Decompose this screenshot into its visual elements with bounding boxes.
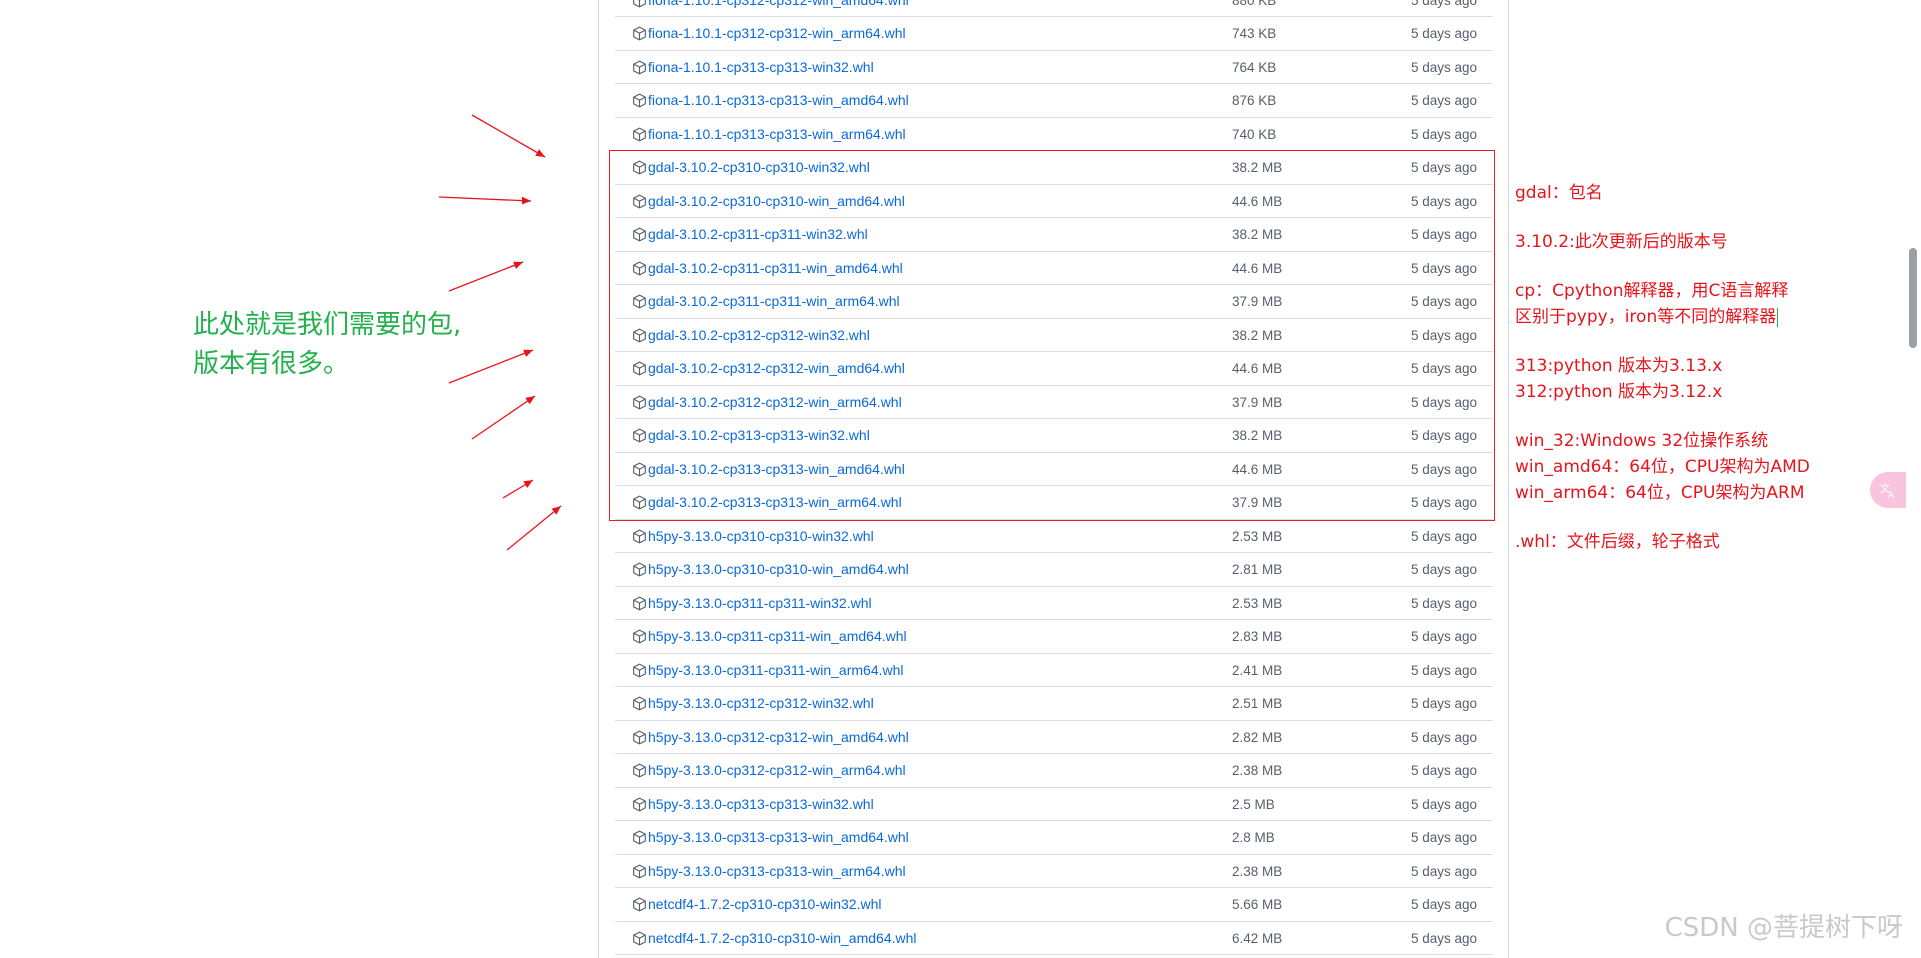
note-package-name: gdal：包名 [1515,183,1603,203]
vertical-scrollbar[interactable] [1906,0,1921,958]
left-annotation-note: 此处就是我们需要的包, 版本有很多。 [193,306,523,384]
note-win-arm64: win_arm64：64位，CPU架构为ARM [1515,483,1805,503]
arrow-1 [471,114,546,158]
left-note-line-1: 此处就是我们需要的包, [193,310,462,340]
arrow-2 [438,196,532,205]
svg-text:A: A [1888,491,1895,499]
note-py312: 312:python 版本为3.12.x [1515,382,1723,402]
translate-icon: 文 A [1880,482,1895,499]
scrollbar-thumb[interactable] [1909,248,1917,348]
note-version: 3.10.2:此次更新后的版本号 [1515,232,1728,252]
arrow-5 [471,395,536,440]
translate-button[interactable]: 文 A [1870,472,1906,508]
note-win32: win_32:Windows 32位操作系统 [1515,431,1769,451]
arrow-6 [502,479,534,499]
note-win-amd64: win_amd64：64位，CPU架构为AMD [1515,457,1810,477]
watermark: CSDN @菩提树下呀 [1664,913,1903,943]
note-whl-suffix: .whl：文件后缀，轮子格式 [1515,532,1720,552]
note-py313: 313:python 版本为3.13.x [1515,356,1723,376]
note-cpython: cp：Cpython解释器，用C语言解释 [1515,281,1789,301]
note-interpreters: 区别于pypy，iron等不同的解释器 [1515,302,1779,327]
arrow-3 [448,261,524,292]
arrow-7 [506,505,562,551]
note-interpreters-text: 区别于pypy，iron等不同的解释器 [1515,307,1777,327]
left-note-line-2: 版本有很多。 [193,349,350,379]
text-caret [1777,307,1779,327]
